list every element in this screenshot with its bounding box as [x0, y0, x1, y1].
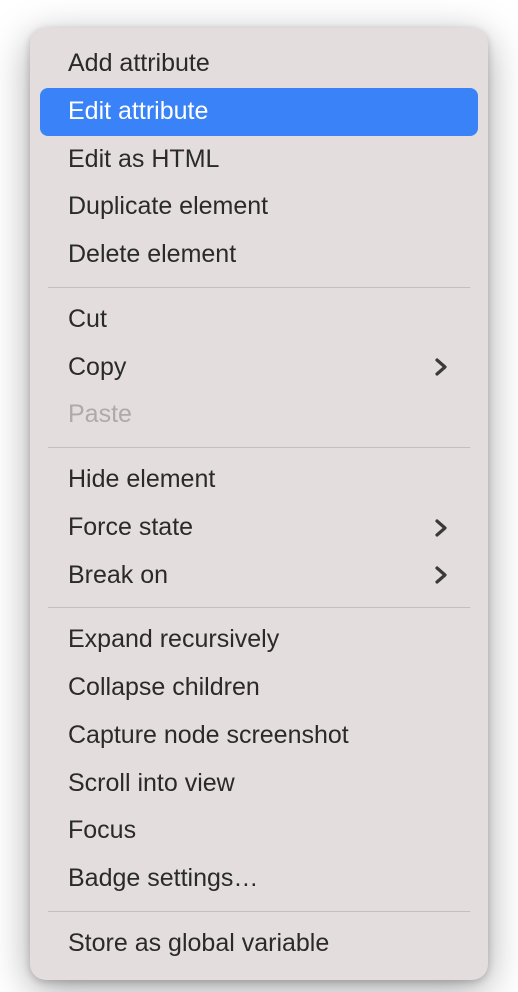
menu-item-store-as-global-variable[interactable]: Store as global variable [40, 920, 478, 968]
menu-item-capture-node-screenshot[interactable]: Capture node screenshot [40, 712, 478, 760]
menu-item-edit-as-html[interactable]: Edit as HTML [40, 136, 478, 184]
menu-item-label: Copy [68, 351, 432, 385]
menu-item-label: Delete element [68, 238, 450, 272]
menu-item-add-attribute[interactable]: Add attribute [40, 40, 478, 88]
menu-item-badge-settings[interactable]: Badge settings… [40, 855, 478, 903]
separator [48, 911, 470, 912]
menu-item-label: Break on [68, 559, 432, 593]
menu-item-edit-attribute[interactable]: Edit attribute [40, 88, 478, 136]
menu-item-label: Cut [68, 303, 450, 337]
menu-item-label: Focus [68, 814, 450, 848]
menu-item-label: Capture node screenshot [68, 719, 450, 753]
chevron-right-icon [432, 355, 450, 379]
menu-item-label: Collapse children [68, 671, 450, 705]
menu-item-delete-element[interactable]: Delete element [40, 231, 478, 279]
menu-item-label: Edit as HTML [68, 143, 450, 177]
menu-item-focus[interactable]: Focus [40, 807, 478, 855]
menu-item-label: Paste [68, 398, 450, 432]
menu-item-break-on[interactable]: Break on [40, 552, 478, 600]
menu-item-cut[interactable]: Cut [40, 296, 478, 344]
menu-item-collapse-children[interactable]: Collapse children [40, 664, 478, 712]
menu-item-duplicate-element[interactable]: Duplicate element [40, 183, 478, 231]
menu-item-force-state[interactable]: Force state [40, 504, 478, 552]
menu-item-scroll-into-view[interactable]: Scroll into view [40, 760, 478, 808]
chevron-right-icon [432, 563, 450, 587]
menu-item-copy[interactable]: Copy [40, 344, 478, 392]
menu-item-label: Edit attribute [68, 95, 450, 129]
menu-item-paste: Paste [40, 391, 478, 439]
separator [48, 607, 470, 608]
menu-item-hide-element[interactable]: Hide element [40, 456, 478, 504]
menu-item-label: Store as global variable [68, 927, 450, 961]
context-menu: Add attribute Edit attribute Edit as HTM… [30, 28, 488, 980]
chevron-right-icon [432, 516, 450, 540]
menu-item-label: Force state [68, 511, 432, 545]
menu-item-expand-recursively[interactable]: Expand recursively [40, 616, 478, 664]
separator [48, 447, 470, 448]
menu-item-label: Badge settings… [68, 862, 450, 896]
menu-item-label: Expand recursively [68, 623, 450, 657]
menu-item-label: Hide element [68, 463, 450, 497]
separator [48, 287, 470, 288]
menu-item-label: Scroll into view [68, 767, 450, 801]
menu-item-label: Duplicate element [68, 190, 450, 224]
menu-item-label: Add attribute [68, 47, 450, 81]
